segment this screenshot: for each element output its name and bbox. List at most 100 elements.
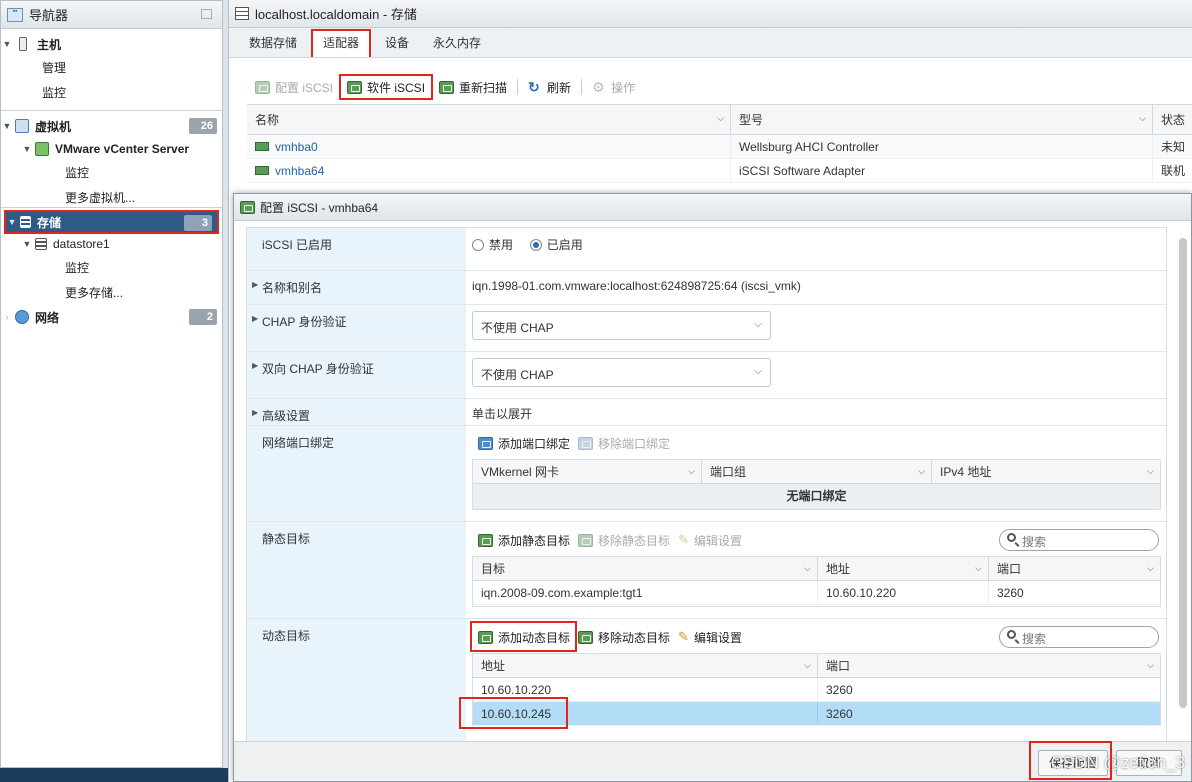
column-address[interactable]: 地址 ⌵ [473,654,818,677]
storage-icon [235,7,249,20]
highlight-add-dynamic [470,621,577,652]
add-port-binding-button[interactable]: 添加端口绑定 [474,431,574,455]
expand-icon[interactable]: ▼ [21,239,33,249]
nav-item-ds-monitor[interactable]: 监控 [1,256,222,278]
enable-radio[interactable] [529,239,542,251]
nav-item-vcenter[interactable]: ▼ VMware vCenter Server [1,138,222,160]
iscsi-enabled-row: iSCSI 已启用 禁用 已启用 [247,228,1166,271]
adapter-name-link[interactable]: vmhba0 [275,140,318,154]
chevron-down-icon: ⌵ [754,366,762,377]
remove-target-icon [578,630,594,644]
expand-icon[interactable]: › [1,312,13,322]
chevron-down-icon: ⌵ [1147,563,1154,573]
column-ipv4[interactable]: IPv4 地址 ⌵ [932,460,1160,483]
software-iscsi-button[interactable]: 软件 iSCSI [339,74,434,100]
expand-icon[interactable]: ▼ [6,217,18,227]
table-row[interactable]: vmhba0 Wellsburg AHCI Controller 未知 [247,135,1192,159]
dynamic-search-input[interactable]: 搜索 [999,626,1159,648]
nav-item-monitor[interactable]: 监控 [1,81,222,103]
name-alias-row[interactable]: ▶ 名称和别名 iqn.1998-01.com.vmware:localhost:… [247,271,1166,305]
nav-item-vms[interactable]: ▼ 虚拟机 26 [1,115,222,137]
navigator-title: 导航器 [29,8,69,23]
dialog-title: 配置 iSCSI - vmhba64 [260,200,379,215]
column-port[interactable]: 端口 ⌵ [989,557,1160,580]
remove-dynamic-target-button[interactable]: 移除动态目标 [574,625,674,649]
tab-bar: 数据存储 适配器 设备 永久内存 [229,28,1192,58]
config-iscsi-button[interactable]: 配置 iSCSI [249,74,339,100]
main-header: localhost.localdomain - 存储 [229,0,1192,28]
network-count-badge: 2 [189,309,217,325]
nav-item-more-storage[interactable]: 更多存储... [1,281,222,303]
port-binding-row: 网络端口绑定 添加端口绑定 移除端口绑定 VMkernel 网卡 ⌵ 端口组 ⌵ I… [247,426,1166,522]
table-header: 名称 ⌵ 型号 ⌵ 状态 [247,105,1192,135]
search-icon [1007,533,1016,542]
tab-devices[interactable]: 设备 [375,31,419,57]
column-address[interactable]: 地址 ⌵ [818,557,989,580]
disable-radio[interactable] [472,239,484,251]
mutual-chap-select[interactable]: 不使用 CHAP ⌵ [472,358,771,387]
table-row[interactable]: vmhba64 iSCSI Software Adapter 联机 [247,159,1192,183]
nav-item-more-vms[interactable]: 更多虚拟机... [1,186,222,208]
network-icon [15,310,29,324]
pencil-icon: ✎ [678,629,689,644]
remove-port-binding-button[interactable]: 移除端口绑定 [574,431,674,455]
adapter-name-link[interactable]: vmhba64 [275,164,324,178]
chevron-down-icon: ⌵ [1147,660,1154,670]
nav-item-manage[interactable]: 管理 [1,56,222,78]
nav-item-vc-monitor[interactable]: 监控 [1,161,222,183]
column-name[interactable]: 名称 ⌵ [247,105,731,134]
edit-dynamic-settings-button[interactable]: ✎ 编辑设置 [674,625,746,649]
chevron-down-icon: ⌵ [918,466,925,476]
expand-icon[interactable]: ▼ [21,144,33,154]
scrollbar[interactable] [1179,238,1187,708]
chevron-down-icon: ⌵ [754,319,762,330]
column-status[interactable]: 状态 [1153,105,1192,134]
gear-icon: ⚙ [592,79,605,95]
chevron-down-icon: ⌵ [717,113,724,123]
expand-icon: ▶ [252,280,259,289]
pencil-icon: ✎ [678,532,689,547]
page-title: localhost.localdomain - 存储 [255,7,417,22]
storage-count-badge: 3 [184,215,212,231]
static-search-input[interactable]: 搜索 [999,529,1159,551]
nav-item-datastore[interactable]: ▼ datastore1 [1,233,222,255]
column-model[interactable]: 型号 ⌵ [731,105,1153,134]
vm-icon [15,119,29,133]
column-port-group[interactable]: 端口组 ⌵ [702,460,932,483]
column-target[interactable]: 目标 ⌵ [473,557,818,580]
expand-icon[interactable]: ▶ [252,314,258,323]
nav-item-network[interactable]: › 网络 2 [1,306,222,328]
table-row[interactable]: 10.60.10.220 3260 [473,678,1160,702]
refresh-button[interactable]: ↻ 刷新 [522,74,577,100]
static-targets-table: 目标 ⌵ 地址 ⌵ 端口 ⌵ iqn.2008-09.com.example:tgt1… [472,556,1161,607]
tab-datastores[interactable]: 数据存储 [239,31,307,57]
column-vmkernel[interactable]: VMkernel 网卡 ⌵ [473,460,702,483]
nav-item-host[interactable]: ▼ 主机 [1,33,222,55]
chevron-down-icon: ⌵ [1147,466,1154,476]
column-port[interactable]: 端口 ⌵ [818,654,1160,677]
expand-icon[interactable]: ▼ [1,39,13,49]
configure-iscsi-dialog: 配置 iSCSI - vmhba64 iSCSI 已启用 禁用 已启用 ▶ 名称和… [233,193,1192,782]
actions-button[interactable]: ⚙ 操作 [586,74,641,100]
rescan-button[interactable]: 重新扫描 [433,74,513,100]
tab-persistent-memory[interactable]: 永久内存 [423,31,491,57]
navigator-panel: ▪▪ 导航器 ▼ 主机 管理 监控 ▼ 虚拟机 26 ▼ VMware vCen… [0,0,223,768]
edit-static-settings-button[interactable]: ✎ 编辑设置 [674,528,746,552]
collapse-icon[interactable] [201,9,212,19]
adapter-table: 名称 ⌵ 型号 ⌵ 状态 vmhba0 Wellsburg AHCI Control… [247,104,1192,183]
adapter-toolbar: 配置 iSCSI 软件 iSCSI 重新扫描 ↻ 刷新 ⚙ 操作 [249,74,641,100]
add-static-target-button[interactable]: 添加静态目标 [474,528,574,552]
dialog-body: iSCSI 已启用 禁用 已启用 ▶ 名称和别名 iqn.1998-01.com.… [246,227,1167,742]
nav-item-storage[interactable]: ▼ 存储 3 [4,210,219,234]
advanced-settings-row[interactable]: ▶ 高级设置 单击以展开 [247,399,1166,426]
expand-icon[interactable]: ▼ [1,121,13,131]
tab-adapters[interactable]: 适配器 [311,29,372,57]
iscsi-icon [240,200,255,214]
table-row-selected[interactable]: 10.60.10.245 3260 [473,702,1160,726]
static-targets-row: 静态目标 添加静态目标 移除静态目标 ✎ 编辑设置 搜索 目标 ⌵ 地址 ⌵ 端口 ⌵ … [247,522,1166,619]
remove-static-target-button[interactable]: 移除静态目标 [574,528,674,552]
table-row[interactable]: iqn.2008-09.com.example:tgt1 10.60.10.22… [473,581,1160,605]
expand-icon[interactable]: ▶ [252,361,258,370]
iscsi-icon [347,80,363,94]
chap-select[interactable]: 不使用 CHAP ⌵ [472,311,771,340]
